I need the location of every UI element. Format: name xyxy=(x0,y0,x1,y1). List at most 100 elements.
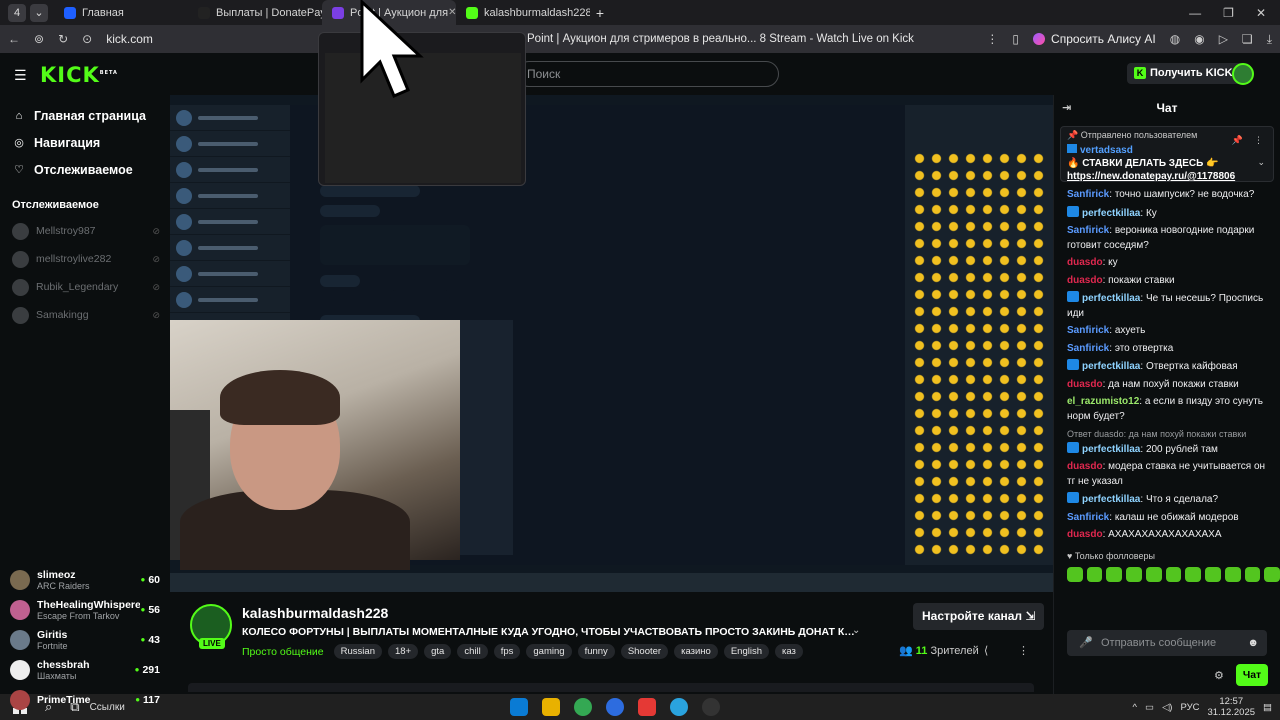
pinned-message[interactable]: 📌 Отправлено пользователем vertadsasd 🔥 … xyxy=(1060,126,1274,182)
tabs-dropdown-button[interactable]: ⌄ xyxy=(30,3,48,22)
chat-username[interactable]: Sanfirick xyxy=(1067,325,1109,336)
telegram-icon[interactable] xyxy=(670,698,688,716)
chat-username[interactable]: duasdo xyxy=(1067,461,1103,472)
extension-icon[interactable]: ◉ xyxy=(1194,32,1204,46)
clock[interactable]: 12:57 31.12.2025 xyxy=(1207,696,1255,718)
chat-username[interactable]: Sanfirick xyxy=(1067,343,1109,354)
chat-username[interactable]: duasdo xyxy=(1067,379,1103,390)
chat-username[interactable]: Sanfirick xyxy=(1067,225,1109,236)
emoji-icon[interactable]: ☻ xyxy=(1247,630,1259,656)
network-icon[interactable]: ▭ xyxy=(1145,702,1154,713)
minimize-icon[interactable]: — xyxy=(1189,6,1201,20)
sidebar-nav-item[interactable]: ◎ Навигация xyxy=(0,129,170,156)
category-link[interactable]: Просто общение xyxy=(242,646,324,658)
close-icon[interactable]: ✕ xyxy=(1256,6,1266,20)
volume-icon[interactable]: ◁) xyxy=(1162,702,1172,713)
chat-message[interactable]: Ответ duasdo: да нам похуй покажи ставки… xyxy=(1067,427,1272,457)
collapse-chat-icon[interactable]: ⇥ xyxy=(1062,95,1071,122)
stream-tag[interactable]: казино xyxy=(674,644,718,659)
chat-username[interactable]: perfectkillaa xyxy=(1082,293,1140,304)
more-icon[interactable]: ⋮ xyxy=(986,32,998,46)
chevron-up-icon[interactable]: ^ xyxy=(1133,702,1137,713)
stream-tag[interactable]: gaming xyxy=(526,644,572,659)
recommended-channel[interactable]: TheHealingWhispererEscape From Tarkov56 xyxy=(0,595,170,625)
back-icon[interactable]: ← xyxy=(8,32,20,46)
chat-username[interactable]: perfectkillaa xyxy=(1082,208,1140,219)
search-input[interactable]: Поиск xyxy=(516,61,779,87)
share-icon[interactable]: ⟨ xyxy=(984,644,988,657)
language-indicator[interactable]: РУС xyxy=(1180,702,1199,713)
kick-logo[interactable]: KICKBETA xyxy=(40,63,118,87)
sidebar-nav-item[interactable]: ♡ Отслеживаемое xyxy=(0,156,170,183)
chat-username[interactable]: perfectkillaa xyxy=(1082,444,1140,455)
chat-username[interactable]: Sanfirick xyxy=(1067,512,1109,523)
settings-icon[interactable]: ⚙ xyxy=(1214,669,1224,682)
recommended-channel[interactable]: slimeozARC Raiders60 xyxy=(0,565,170,595)
stream-tag[interactable]: chill xyxy=(457,644,488,659)
chat-message[interactable]: Sanfirick: точно шампусик? не водочка? xyxy=(1067,188,1272,203)
chat-message[interactable]: Sanfirick: ахуеть xyxy=(1067,324,1272,339)
browser-tab[interactable]: kalashburmaldash228 S✕ xyxy=(456,0,590,25)
notifications-icon[interactable]: ▤ xyxy=(1263,702,1272,713)
recommended-channel[interactable]: PrimeTime117 xyxy=(0,685,170,715)
stream-tag[interactable]: каз xyxy=(775,644,803,659)
chevron-down-icon[interactable]: ⌄ xyxy=(1257,157,1265,168)
stream-tag[interactable]: 18+ xyxy=(387,644,419,659)
lock-icon[interactable]: ⊙ xyxy=(82,32,92,46)
chat-input[interactable]: 🎤 Отправить сообщение ☻ xyxy=(1067,630,1267,656)
stream-tag[interactable]: fps xyxy=(493,644,521,659)
recommended-channel[interactable]: chessbrahШахматы291 xyxy=(0,655,170,685)
chat-message[interactable]: Sanfirick: вероника новогодние подарки г… xyxy=(1067,224,1272,253)
browser-tab[interactable]: Выплаты | DonatePay xyxy=(188,0,322,25)
stream-tag[interactable]: Shooter xyxy=(620,644,669,659)
download-icon[interactable]: ⤓ xyxy=(1267,32,1272,47)
chat-message[interactable]: duasdo: ку xyxy=(1067,256,1272,271)
play-icon[interactable]: ▷ xyxy=(1219,32,1228,46)
menu-dots-icon[interactable]: ⋮ xyxy=(1254,135,1263,146)
menu-icon[interactable]: ☰ xyxy=(14,67,27,84)
recommended-channel[interactable]: GiritisFortnite43 xyxy=(0,625,170,655)
chat-message[interactable]: duasdo: модера ставка не учитывается он … xyxy=(1067,460,1272,489)
video-player[interactable] xyxy=(170,95,1053,592)
chat-username[interactable]: duasdo xyxy=(1067,275,1103,286)
emote-row[interactable] xyxy=(1067,566,1280,582)
chat-message[interactable]: perfectkillaa: Отвертка кайфовая xyxy=(1067,359,1272,375)
stream-tag[interactable]: Russian xyxy=(333,644,382,659)
chat-message[interactable]: Sanfirick: это отвертка xyxy=(1067,342,1272,357)
chat-message[interactable]: duasdo: да нам похуй покажи ставки xyxy=(1067,378,1272,393)
following-item[interactable]: mellstroylive282 ⊘ xyxy=(0,245,170,273)
chat-username[interactable]: duasdo xyxy=(1067,257,1103,268)
edge-icon[interactable] xyxy=(510,698,528,716)
chat-message[interactable]: perfectkillaa: Че ты несешь? Проспись ид… xyxy=(1067,291,1272,321)
new-tab-button[interactable]: + xyxy=(590,5,610,21)
app-icon[interactable] xyxy=(606,698,624,716)
user-avatar[interactable] xyxy=(1232,63,1254,85)
ask-alisa-button[interactable]: Спросить Алису AI xyxy=(1033,32,1156,46)
following-item[interactable]: Mellstroy987 ⊘ xyxy=(0,217,170,245)
streamer-name[interactable]: kalashburmaldash228 xyxy=(242,605,388,621)
sidebar-nav-item[interactable]: ⌂ Главная страница xyxy=(0,102,170,129)
browser-menu-button[interactable]: 4 xyxy=(8,3,26,22)
get-kicks-button[interactable]: K Получить KICKs xyxy=(1127,63,1246,84)
chat-username[interactable]: perfectkillaa xyxy=(1082,494,1140,505)
maximize-icon[interactable]: ❐ xyxy=(1223,6,1234,20)
yandex-icon[interactable] xyxy=(638,698,656,716)
obs-icon[interactable] xyxy=(702,698,720,716)
following-item[interactable]: Rubik_Legendary ⊘ xyxy=(0,273,170,301)
chat-message[interactable]: perfectkillaa: Ку xyxy=(1067,205,1272,222)
stream-tag[interactable]: funny xyxy=(577,644,615,659)
bookmark-icon[interactable]: ▯ xyxy=(1012,32,1019,46)
reload-icon[interactable]: ↻ xyxy=(58,32,68,46)
stream-tag[interactable]: gta xyxy=(424,644,452,659)
globe-icon[interactable]: ◍ xyxy=(1170,32,1180,46)
chat-username[interactable]: duasdo xyxy=(1067,529,1103,540)
explorer-icon[interactable] xyxy=(542,698,560,716)
chrome-icon[interactable] xyxy=(574,698,592,716)
chevron-down-icon[interactable]: ⌄ xyxy=(852,625,860,636)
chat-message[interactable]: duasdo: покажи ставки xyxy=(1067,274,1272,289)
chat-message[interactable]: perfectkillaa: Что я сделала? xyxy=(1067,492,1272,508)
chat-message[interactable]: el_razumisto12: а если в пизду это сунут… xyxy=(1067,395,1272,424)
chat-message[interactable]: duasdo: АХАХАХАХАХАХАХАХА xyxy=(1067,528,1272,543)
close-tab-icon[interactable]: ✕ xyxy=(448,7,456,18)
send-button[interactable]: Чат xyxy=(1236,664,1268,686)
